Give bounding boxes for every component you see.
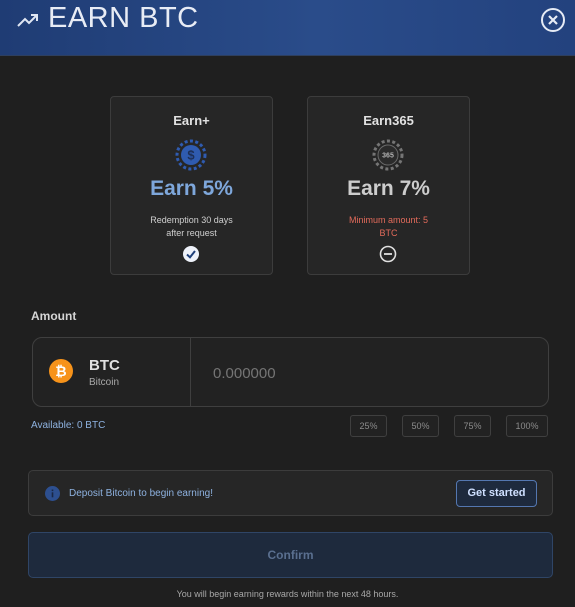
plan-description: Redemption 30 days after request: [133, 214, 250, 240]
check-circle-icon: [183, 246, 199, 262]
confirm-button[interactable]: Confirm: [28, 532, 553, 578]
amount-label: Amount: [31, 309, 77, 323]
svg-text:₿: ₿: [55, 363, 66, 379]
rewards-footnote: You will begin earning rewards within th…: [176, 589, 399, 599]
modal-title: EARN BTC: [48, 2, 199, 34]
coin-ticker: BTC: [89, 357, 120, 374]
plan-description-line: Minimum amount: 5: [348, 215, 429, 225]
amount-input-box: ₿ BTC Bitcoin: [32, 337, 549, 407]
365-coin-icon: 365: [372, 139, 404, 171]
percent-100-button[interactable]: 100%: [506, 415, 548, 437]
dollar-coin-icon: $: [175, 139, 207, 171]
deposit-banner: Deposit Bitcoin to begin earning! Get st…: [28, 470, 553, 516]
plan-rate: Earn 7%: [347, 177, 430, 200]
plan-description: Minimum amount: 5 BTC: [330, 214, 447, 240]
percent-75-button[interactable]: 75%: [454, 415, 491, 437]
minus-circle-icon: [379, 245, 397, 263]
plan-name: Earn365: [363, 113, 414, 128]
plan-name: Earn+: [173, 113, 210, 128]
plan-card-earn365[interactable]: Earn365 365 Earn 7% Minimum amount: 5 BT…: [307, 96, 470, 275]
365-icon-text: 365: [382, 153, 394, 160]
deposit-message: Deposit Bitcoin to begin earning!: [69, 488, 213, 499]
get-started-button[interactable]: Get started: [456, 480, 537, 507]
coin-name: Bitcoin: [89, 377, 120, 388]
plan-description-line: Redemption 30 days: [150, 215, 233, 225]
close-icon[interactable]: [540, 7, 566, 33]
svg-text:$: $: [187, 148, 195, 163]
percent-50-button[interactable]: 50%: [402, 415, 439, 437]
trending-up-icon: [17, 14, 38, 27]
plan-card-earn-plus[interactable]: Earn+ $ Earn 5% Redemption 30 days after…: [110, 96, 273, 275]
percent-25-button[interactable]: 25%: [350, 415, 387, 437]
modal-header: EARN BTC: [0, 0, 575, 56]
bitcoin-icon: ₿: [49, 359, 73, 383]
amount-input[interactable]: [203, 358, 533, 388]
info-icon: [45, 486, 60, 501]
available-balance: Available: 0 BTC: [31, 420, 106, 431]
plan-description-line: after request: [166, 228, 217, 238]
plan-description-line: BTC: [379, 228, 398, 238]
plan-rate: Earn 5%: [150, 177, 233, 200]
amount-box-divider: [190, 338, 191, 406]
